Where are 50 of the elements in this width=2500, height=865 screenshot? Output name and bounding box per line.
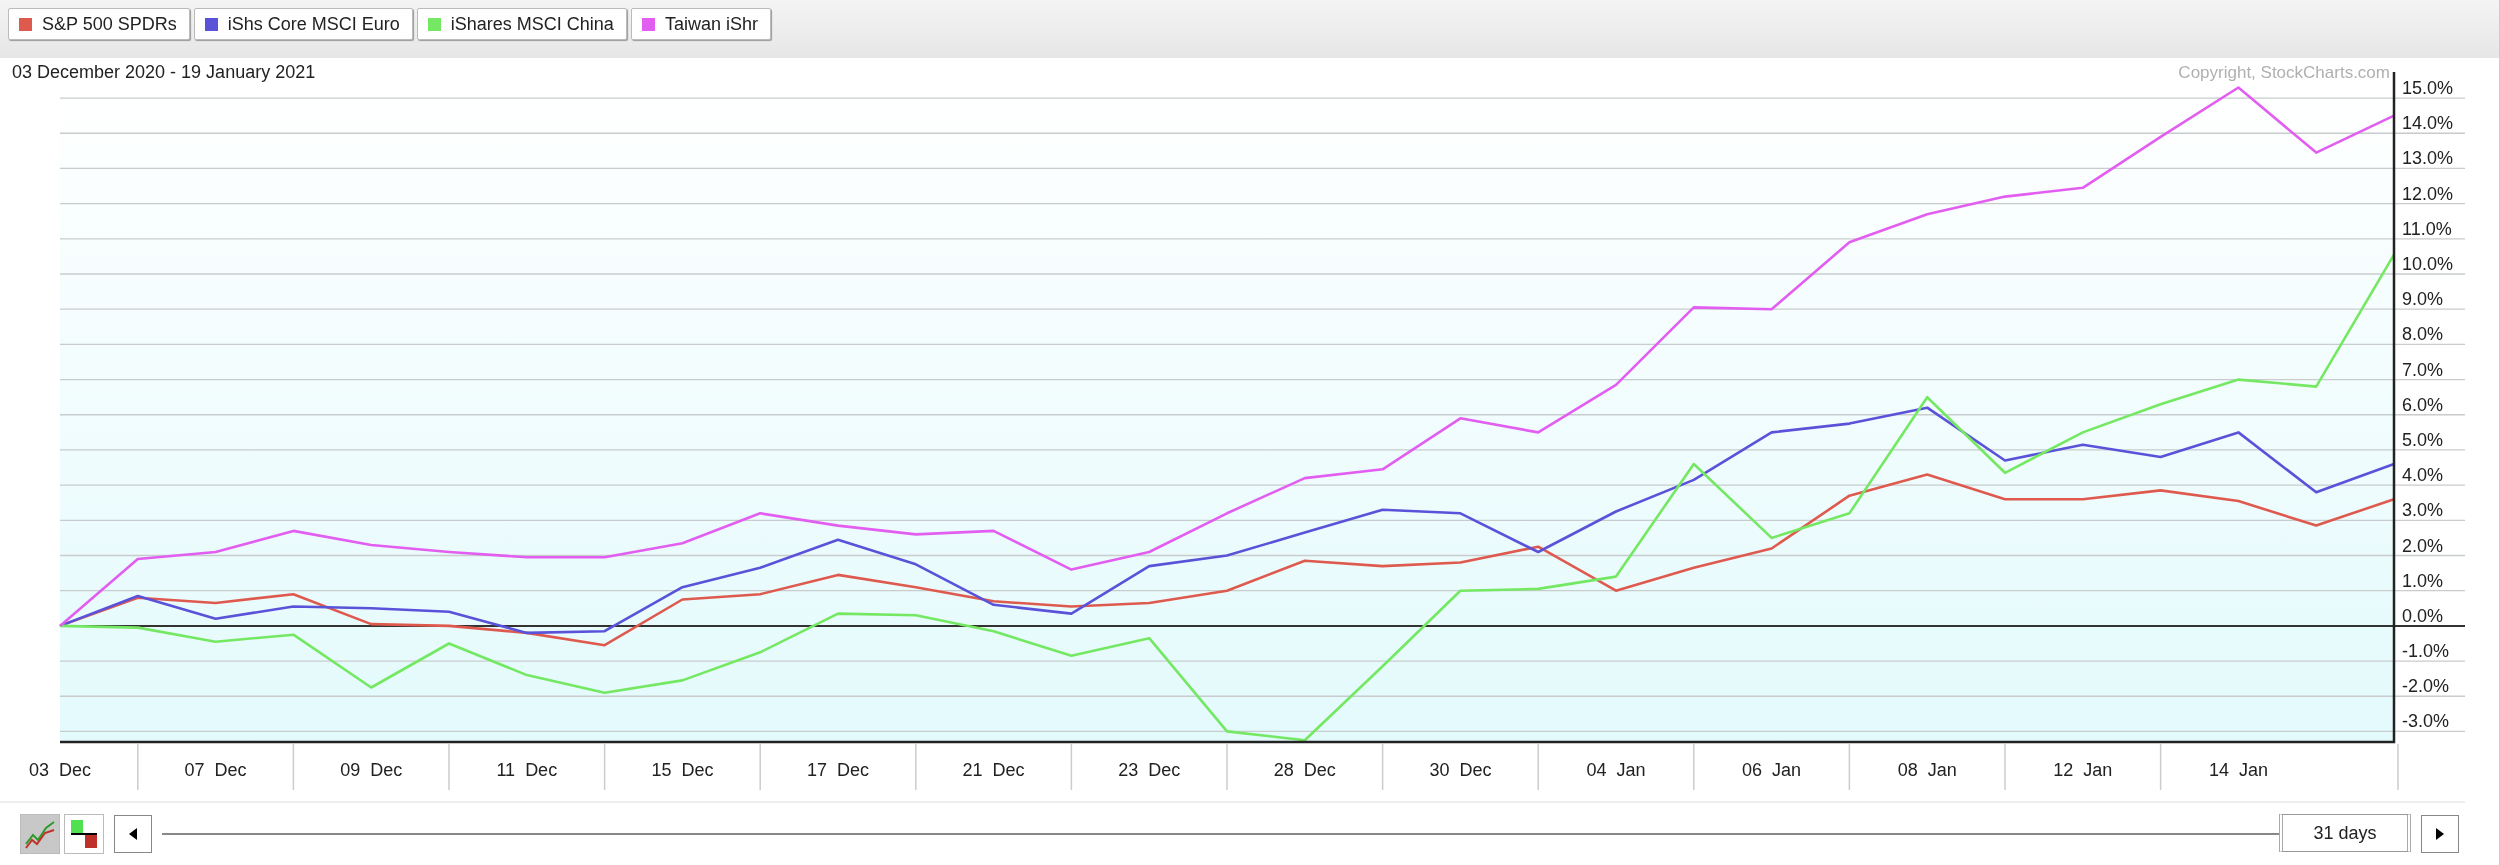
axis-label: 07 Dec (184, 760, 247, 780)
axis-label: 14.0% (2402, 113, 2454, 134)
axis-label: -1.0% (2402, 641, 2450, 662)
axis-label: 8.0% (2402, 324, 2444, 345)
axis-label: 30 Dec (1429, 760, 1492, 780)
axis-label: 04 Jan (1586, 760, 1646, 780)
squares-icon (68, 818, 100, 850)
axis-label: 14 Jan (2208, 760, 2268, 780)
axis-label: 09 Dec (340, 760, 403, 780)
axis-label: 28 Dec (1273, 760, 1336, 780)
date-range: 03 December 2020 - 19 January 2021 (12, 62, 316, 82)
slider-thumb[interactable]: 31 days (2279, 814, 2411, 852)
legend-item[interactable]: S&P 500 SPDRs (8, 8, 190, 40)
axis-label: 2.0% (2402, 535, 2444, 556)
axis-label: 17 Dec (807, 760, 869, 780)
scroll-right-button[interactable] (2421, 815, 2459, 853)
axis-label: -2.0% (2402, 676, 2450, 697)
axis-label: 6.0% (2402, 394, 2444, 415)
axis-label: 1.0% (2402, 570, 2444, 591)
axis-label: 10.0% (2402, 254, 2454, 274)
axis-label: 21 Dec (962, 760, 1025, 780)
axis-label: 9.0% (2402, 289, 2444, 310)
slider-track[interactable]: 31 days (162, 814, 2411, 854)
axis-label: 12.0% (2402, 183, 2454, 204)
scroll-left-button[interactable] (114, 815, 152, 853)
axis-label: 11.0% (2402, 218, 2452, 239)
chart-type-button[interactable] (64, 814, 104, 854)
axis-label: 0.0% (2402, 605, 2444, 626)
axis-label: 5.0% (2402, 429, 2444, 450)
axis-label: 15 Dec (651, 760, 714, 780)
axis-label: 08 Jan (1897, 760, 1957, 780)
slider-label: 31 days (2313, 822, 2377, 844)
axis-label: 13.0% (2402, 148, 2454, 169)
axis-label: 7.0% (2402, 359, 2444, 380)
legend-item[interactable]: iShs Core MSCI Euro (193, 8, 413, 40)
legend-item[interactable]: Taiwan iShr (630, 8, 771, 40)
axis-label: 4.0% (2402, 465, 2444, 486)
axis-label: 12 Jan (2053, 760, 2113, 780)
line-chart-icon (24, 818, 56, 850)
axis-label: 3.0% (2402, 500, 2444, 521)
legend-item[interactable]: iShares MSCI China (416, 8, 627, 40)
axis-label: 23 Dec (1118, 760, 1181, 780)
left-arrow-icon (127, 827, 139, 841)
copyright-text: Copyright, StockCharts.com (2178, 63, 2390, 82)
right-arrow-icon (2434, 827, 2446, 841)
axis-label: 06 Jan (1742, 760, 1802, 780)
axis-label: 03 Dec (29, 760, 91, 780)
axis-label: 15.0% (2402, 78, 2454, 99)
axis-label: -3.0% (2402, 711, 2450, 732)
axis-label: 11 Dec (496, 760, 558, 780)
